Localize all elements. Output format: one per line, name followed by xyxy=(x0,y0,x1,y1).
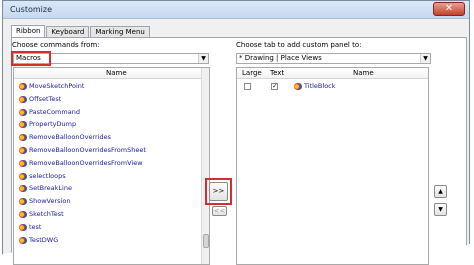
move-down-button[interactable]: ▼ xyxy=(434,203,447,216)
chevron-down-icon: ▼ xyxy=(198,54,208,63)
list-item-label: PasteCommand xyxy=(29,107,80,116)
list-item-label: SetBreakLine xyxy=(29,184,72,193)
macro-icon xyxy=(294,83,302,90)
list-item[interactable]: MoveSketchPoint xyxy=(14,81,209,92)
list-item-label: SketchTest xyxy=(29,210,64,218)
macro-icon xyxy=(19,108,27,116)
list-item[interactable]: PropertyDump xyxy=(14,119,209,130)
scrollbar-thumb[interactable] xyxy=(203,234,209,248)
custom-panel-row-name: TitleBlock xyxy=(304,82,336,90)
list-item-label: TestDWG xyxy=(29,235,59,244)
list-item-label: RemoveBalloonOverrides xyxy=(29,133,112,142)
tab-target-dropdown[interactable]: * Drawing | Place Views ▼ xyxy=(236,53,431,64)
remove-button[interactable]: << xyxy=(212,206,227,216)
macro-icon xyxy=(19,172,27,180)
list-item[interactable]: SetBreakLine xyxy=(14,183,209,194)
name-column-header: Name xyxy=(106,69,127,77)
text-checkbox[interactable]: ✓ xyxy=(271,83,278,90)
list-item[interactable]: RemoveBalloonOverrides xyxy=(14,132,209,143)
list-item[interactable]: PasteCommand xyxy=(14,107,209,118)
macro-icon xyxy=(19,223,27,231)
macros-highlight-box xyxy=(11,51,51,66)
commands-scrollbar[interactable] xyxy=(201,68,209,264)
commands-list: Name MoveSketchPoint OffsetTest PasteComma… xyxy=(13,67,210,265)
list-item-label: RemoveBalloonOverridesFromView xyxy=(29,158,143,167)
commands-from-label: Choose commands from: xyxy=(12,41,100,49)
down-arrow-icon: ▼ xyxy=(438,206,443,213)
list-item-label: RemoveBalloonOverridesFromSheet xyxy=(29,146,146,154)
text-column-header[interactable]: Text xyxy=(270,68,284,78)
macro-icon xyxy=(19,134,27,142)
macro-icon xyxy=(19,159,27,167)
list-item-label: MoveSketchPoint xyxy=(29,82,85,90)
name-column-header[interactable]: Name xyxy=(353,68,374,78)
macro-icon xyxy=(19,236,27,244)
macro-icon xyxy=(19,147,27,154)
macro-icon xyxy=(19,121,27,129)
up-arrow-icon: ▲ xyxy=(438,188,443,195)
custom-panel-list-header: Large Text Name xyxy=(237,68,428,79)
large-column-header[interactable]: Large xyxy=(242,68,262,78)
macro-icon xyxy=(19,83,27,90)
custom-panel-row[interactable]: ✓ TitleBlock xyxy=(237,81,428,92)
custom-panel-list: Large Text Name ✓ TitleBlock xyxy=(236,67,429,265)
chevron-down-icon: ▼ xyxy=(420,54,430,63)
dialog-title: Customize xyxy=(10,5,52,14)
commands-list-header[interactable]: Name xyxy=(14,68,209,79)
list-item-label: selectloops xyxy=(29,171,66,180)
move-up-button[interactable]: ▲ xyxy=(434,185,447,198)
macro-icon xyxy=(19,185,27,193)
list-item-label: PropertyDump xyxy=(29,120,77,129)
close-button[interactable]: ✕ xyxy=(433,2,465,16)
add-button-highlight-box xyxy=(205,178,232,205)
list-item[interactable]: RemoveBalloonOverridesFromView xyxy=(14,158,209,169)
macro-icon xyxy=(19,198,27,206)
list-item[interactable]: RemoveBalloonOverridesFromSheet xyxy=(14,145,209,156)
list-item[interactable]: ShowVersion xyxy=(14,196,209,207)
list-item[interactable]: test xyxy=(14,222,209,233)
list-item[interactable]: selectloops xyxy=(14,171,209,182)
tab-target-label: Choose tab to add custom panel to: xyxy=(236,41,362,49)
list-item-label: OffsetTest xyxy=(29,94,62,103)
macro-icon xyxy=(19,95,27,103)
list-item[interactable]: TestDWG xyxy=(14,235,209,246)
list-item-label: test xyxy=(29,222,42,231)
large-checkbox[interactable] xyxy=(244,83,251,90)
tab-target-value: * Drawing | Place Views xyxy=(239,54,322,62)
list-item[interactable]: SketchTest xyxy=(14,209,209,220)
title-bar: Customize ✕ xyxy=(3,1,469,19)
list-item[interactable]: OffsetTest xyxy=(14,94,209,105)
macro-icon xyxy=(19,211,27,218)
list-item-label: ShowVersion xyxy=(29,197,71,206)
